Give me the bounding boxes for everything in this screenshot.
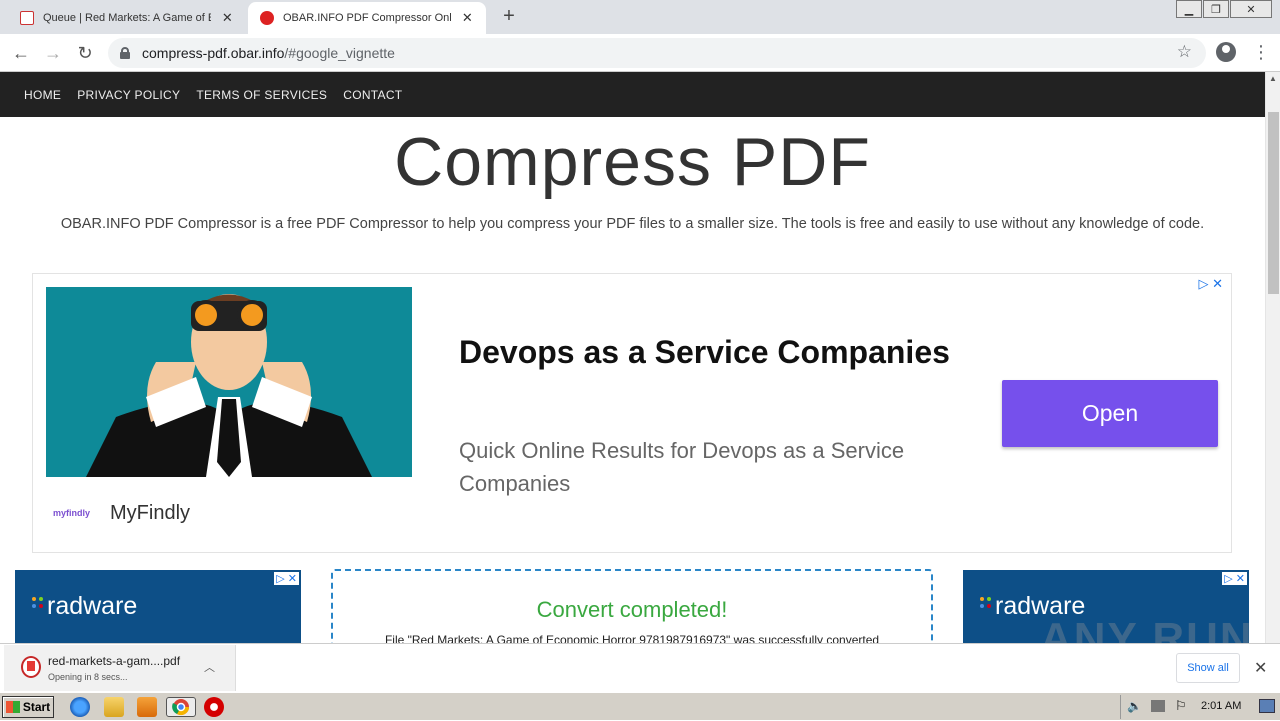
radware-logo-icon — [32, 597, 43, 608]
ad-image[interactable] — [46, 287, 412, 477]
network-icon[interactable] — [1151, 700, 1165, 712]
tab-strip: Queue | Red Markets: A Game of Ec ✕ OBAR… — [0, 0, 1280, 34]
adchoices-icon[interactable]: ▷ ✕ — [1198, 276, 1223, 292]
show-all-button[interactable]: Show all — [1176, 653, 1240, 683]
convert-status: Convert completed! — [536, 597, 728, 622]
tab-red-markets[interactable]: Queue | Red Markets: A Game of Ec ✕ — [8, 2, 246, 34]
close-window-icon[interactable]: ✕ — [1230, 0, 1272, 18]
tab-obar-compressor[interactable]: OBAR.INFO PDF Compressor Online ✕ — [248, 2, 486, 34]
download-item[interactable]: red-markets-a-gam....pdf Opening in 8 se… — [4, 645, 236, 691]
start-button[interactable]: Start — [2, 696, 54, 718]
adchoices-icon[interactable]: ▷ ✕ — [274, 572, 299, 585]
ie-icon[interactable] — [70, 697, 90, 717]
convert-result-box: Convert completed! File "Red Markets: A … — [331, 569, 933, 643]
url-path: /#google_vignette — [284, 45, 395, 61]
new-tab-icon[interactable]: + — [498, 6, 520, 28]
intro-text: OBAR.INFO PDF Compressor is a free PDF C… — [60, 216, 1205, 232]
radware-logo-icon — [980, 597, 991, 608]
folder-icon[interactable] — [104, 697, 124, 717]
back-icon[interactable]: ← — [10, 42, 32, 64]
nav-privacy-policy[interactable]: PRIVACY POLICY — [77, 88, 180, 102]
chevron-up-icon[interactable]: ︿ — [204, 659, 215, 675]
convert-message: File "Red Markets: A Game of Economic Ho… — [384, 633, 880, 643]
ad-brand-name: MyFindly — [110, 502, 191, 524]
nav-home[interactable]: HOME — [24, 88, 61, 102]
show-desktop-icon[interactable] — [1259, 699, 1275, 713]
restore-icon[interactable]: ❐ — [1203, 0, 1229, 18]
download-status: Opening in 8 secs... — [48, 672, 128, 682]
page-scrollbar[interactable]: ▲ — [1265, 72, 1280, 643]
close-tab-icon[interactable]: ✕ — [461, 10, 474, 26]
bookmark-star-icon[interactable]: ☆ — [1177, 42, 1192, 62]
tab-title: OBAR.INFO PDF Compressor Online — [283, 12, 451, 24]
ad-open-button[interactable]: Open — [1002, 380, 1218, 447]
adchoices-icon[interactable]: ▷ ✕ — [1222, 572, 1247, 585]
tab-title: Queue | Red Markets: A Game of Ec — [43, 12, 211, 24]
taskbar-clock[interactable]: 2:01 AM — [1201, 700, 1241, 712]
ad-description: Quick Online Results for Devops as a Ser… — [459, 438, 905, 496]
reload-icon[interactable]: ↻ — [74, 42, 96, 64]
media-player-icon[interactable] — [137, 697, 157, 717]
url-host: compress-pdf.obar.info — [142, 45, 285, 61]
lock-icon — [120, 47, 130, 59]
window-controls: ▁ ❐ ✕ — [1175, 0, 1272, 18]
page-title: Compress PDF — [394, 124, 871, 200]
favicon-icon — [20, 11, 34, 25]
binoculars-man-illustration — [86, 294, 372, 477]
myfindly-logo: myfindly — [53, 508, 91, 518]
pdf-file-icon — [21, 656, 41, 678]
flag-icon[interactable]: ⚐ — [1175, 698, 1187, 714]
chrome-taskbar-icon[interactable] — [166, 697, 196, 717]
anyrun-watermark: ANY RUN — [1040, 614, 1254, 643]
browser-toolbar: ← → ↻ compress-pdf.obar.info/#google_vig… — [0, 34, 1280, 72]
close-shelf-icon[interactable]: ✕ — [1254, 658, 1267, 678]
radware-label: radware — [47, 592, 138, 620]
opera-icon[interactable] — [204, 697, 224, 717]
scroll-up-icon[interactable]: ▲ — [1269, 74, 1277, 83]
windows-taskbar: Start 🔈 ⚐ 2:01 AM — [0, 692, 1280, 720]
ad-headline[interactable]: Devops as a Service Companies — [459, 334, 950, 371]
account-icon[interactable] — [1216, 42, 1236, 62]
opera-favicon-icon — [260, 11, 274, 25]
radware-ad-left[interactable]: radware ▷ ✕ — [15, 570, 301, 643]
download-shelf: red-markets-a-gam....pdf Opening in 8 se… — [0, 643, 1280, 692]
forward-icon[interactable]: → — [42, 42, 64, 64]
nav-terms-of-services[interactable]: TERMS OF SERVICES — [196, 88, 327, 102]
menu-kebab-icon[interactable]: ⋮ — [1252, 42, 1270, 62]
address-bar[interactable]: compress-pdf.obar.info/#google_vignette … — [108, 38, 1206, 68]
download-filename: red-markets-a-gam....pdf — [48, 654, 181, 668]
volume-icon[interactable]: 🔈 — [1127, 699, 1142, 713]
minimize-icon[interactable]: ▁ — [1176, 0, 1202, 18]
site-nav: HOME PRIVACY POLICY TERMS OF SERVICES CO… — [0, 72, 1265, 117]
system-tray: 🔈 ⚐ 2:01 AM — [1120, 695, 1280, 719]
ad-banner[interactable]: ▷ ✕ myfindly MyFindly Devops as a Servic… — [32, 273, 1232, 553]
nav-contact[interactable]: CONTACT — [343, 88, 402, 102]
scrollbar-thumb[interactable] — [1268, 112, 1279, 294]
close-tab-icon[interactable]: ✕ — [221, 10, 234, 26]
web-page: HOME PRIVACY POLICY TERMS OF SERVICES CO… — [0, 72, 1265, 643]
